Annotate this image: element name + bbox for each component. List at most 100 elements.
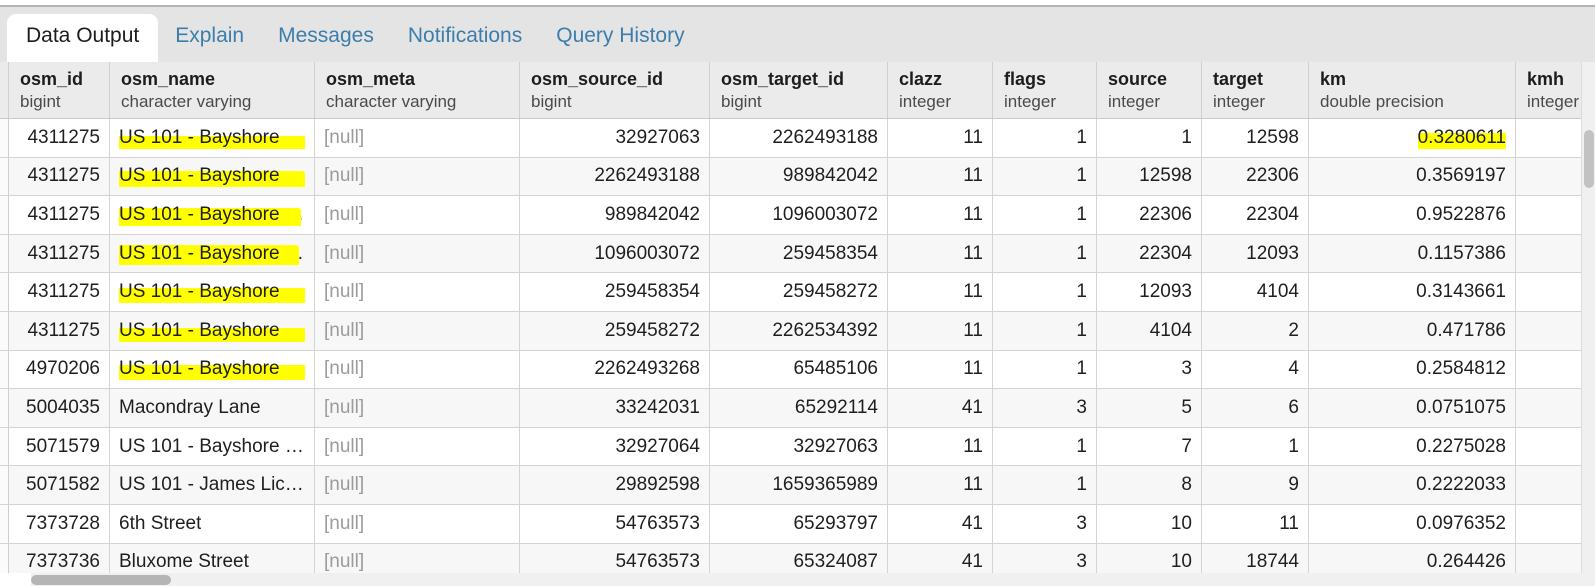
cell-osm-name[interactable]: 6th Street <box>110 504 315 544</box>
cell-clazz[interactable]: 41 <box>888 389 993 428</box>
cell-flags[interactable]: 1 <box>993 466 1097 505</box>
cell-clazz[interactable]: 11 <box>888 273 993 312</box>
cell-osm-source-id[interactable]: 989842042 <box>520 196 710 235</box>
cell-clazz[interactable]: 41 <box>888 504 993 544</box>
cell-osm-name[interactable]: US 101 - James Lick F... <box>110 466 315 505</box>
row-gutter-cell[interactable] <box>0 311 9 351</box>
table-row[interactable]: 4311275 US 101 - Bayshore Fr... [null] 2262… <box>0 157 1595 197</box>
cell-flags[interactable]: 3 <box>993 504 1097 544</box>
cell-km[interactable]: 0.2275028 <box>1309 427 1516 467</box>
tab-messages[interactable]: Messages <box>261 25 391 62</box>
cell-km[interactable]: 0.0751075 <box>1309 389 1516 428</box>
cell-source[interactable]: 12598 <box>1097 157 1202 197</box>
cell-clazz[interactable]: 11 <box>888 311 993 351</box>
row-gutter-cell[interactable] <box>0 157 9 197</box>
cell-osm-source-id[interactable]: 2262493268 <box>520 350 710 390</box>
cell-osm-target-id[interactable]: 2262493188 <box>710 119 888 158</box>
cell-osm-id[interactable]: 4970206 <box>9 350 110 390</box>
table-row[interactable]: 5071582 US 101 - James Lick F... [null] 298… <box>0 466 1595 505</box>
table-row[interactable]: 4311275 US 101 - Bayshore Fr... [null] 9898… <box>0 196 1595 235</box>
cell-osm-id[interactable]: 7373728 <box>9 504 110 544</box>
column-header-osm-source-id[interactable]: osm_source_id bigint <box>520 62 710 118</box>
cell-osm-meta[interactable]: [null] <box>315 157 520 197</box>
table-row[interactable]: 4311275 US 101 - Bayshore Fr... [null] 2594… <box>0 311 1595 351</box>
cell-osm-id[interactable]: 5004035 <box>9 389 110 428</box>
cell-flags[interactable]: 1 <box>993 157 1097 197</box>
table-row[interactable]: 4311275 US 101 - Bayshore Fr... [null] 3292… <box>0 119 1595 158</box>
cell-source[interactable]: 7 <box>1097 427 1202 467</box>
cell-osm-target-id[interactable]: 259458354 <box>710 234 888 274</box>
cell-osm-id[interactable]: 4311275 <box>9 311 110 351</box>
cell-osm-target-id[interactable]: 1096003072 <box>710 196 888 235</box>
cell-target[interactable]: 6 <box>1202 389 1309 428</box>
cell-osm-meta[interactable]: [null] <box>315 504 520 544</box>
cell-source[interactable]: 12093 <box>1097 273 1202 312</box>
cell-osm-id[interactable]: 4311275 <box>9 196 110 235</box>
cell-flags[interactable]: 1 <box>993 273 1097 312</box>
cell-osm-id[interactable]: 5071582 <box>9 466 110 505</box>
cell-osm-meta[interactable]: [null] <box>315 466 520 505</box>
cell-osm-target-id[interactable]: 2262534392 <box>710 311 888 351</box>
cell-osm-meta[interactable]: [null] <box>315 273 520 312</box>
row-gutter-cell[interactable] <box>0 350 9 390</box>
row-gutter-cell[interactable] <box>0 234 9 274</box>
cell-flags[interactable]: 1 <box>993 427 1097 467</box>
cell-source[interactable]: 8 <box>1097 466 1202 505</box>
column-header-flags[interactable]: flags integer <box>993 62 1097 118</box>
cell-target[interactable]: 4 <box>1202 350 1309 390</box>
column-header-osm-id[interactable]: osm_id bigint <box>9 62 110 118</box>
column-header-source[interactable]: source integer <box>1097 62 1202 118</box>
cell-km[interactable]: 0.3280611 <box>1309 119 1516 158</box>
cell-source[interactable]: 22304 <box>1097 234 1202 274</box>
column-header-osm-name[interactable]: osm_name character varying <box>110 62 315 118</box>
result-grid[interactable]: osm_id bigint osm_name character varying osm… <box>0 62 1595 586</box>
cell-osm-name[interactable]: US 101 - Bayshore Fr... <box>110 234 315 274</box>
cell-clazz[interactable]: 11 <box>888 119 993 158</box>
cell-source[interactable]: 4104 <box>1097 311 1202 351</box>
cell-clazz[interactable]: 11 <box>888 350 993 390</box>
cell-source[interactable]: 10 <box>1097 504 1202 544</box>
tab-notifications[interactable]: Notifications <box>391 25 539 62</box>
row-gutter-cell[interactable] <box>0 389 9 428</box>
cell-osm-target-id[interactable]: 65485106 <box>710 350 888 390</box>
cell-km[interactable]: 0.0976352 <box>1309 504 1516 544</box>
table-row[interactable]: 5071579 US 101 - Bayshore Fr... [null] 3292… <box>0 427 1595 467</box>
table-row[interactable]: 4311275 US 101 - Bayshore Fr... [null] 1096… <box>0 234 1595 274</box>
cell-osm-meta[interactable]: [null] <box>315 350 520 390</box>
cell-osm-meta[interactable]: [null] <box>315 427 520 467</box>
cell-flags[interactable]: 1 <box>993 234 1097 274</box>
grid-body[interactable]: 4311275 US 101 - Bayshore Fr... [null] 3292… <box>0 119 1595 583</box>
cell-osm-name[interactable]: US 101 - Bayshore Fr... <box>110 119 315 158</box>
cell-osm-name[interactable]: US 101 - Bayshore Fr... <box>110 157 315 197</box>
cell-source[interactable]: 3 <box>1097 350 1202 390</box>
cell-source[interactable]: 1 <box>1097 119 1202 158</box>
cell-osm-target-id[interactable]: 259458272 <box>710 273 888 312</box>
cell-source[interactable]: 22306 <box>1097 196 1202 235</box>
cell-osm-meta[interactable]: [null] <box>315 196 520 235</box>
cell-osm-source-id[interactable]: 29892598 <box>520 466 710 505</box>
table-row[interactable]: 4970206 US 101 - Bayshore Fr... [null] 2262… <box>0 350 1595 390</box>
cell-flags[interactable]: 1 <box>993 196 1097 235</box>
cell-source[interactable]: 5 <box>1097 389 1202 428</box>
cell-osm-name[interactable]: US 101 - Bayshore Fr... <box>110 350 315 390</box>
cell-target[interactable]: 9 <box>1202 466 1309 505</box>
cell-target[interactable]: 22304 <box>1202 196 1309 235</box>
cell-osm-target-id[interactable]: 989842042 <box>710 157 888 197</box>
cell-km[interactable]: 0.3143661 <box>1309 273 1516 312</box>
cell-target[interactable]: 2 <box>1202 311 1309 351</box>
tab-data-output[interactable]: Data Output <box>7 14 159 62</box>
cell-clazz[interactable]: 11 <box>888 234 993 274</box>
cell-km[interactable]: 0.2222033 <box>1309 466 1516 505</box>
row-gutter-cell[interactable] <box>0 466 9 505</box>
cell-osm-meta[interactable]: [null] <box>315 119 520 158</box>
column-header-target[interactable]: target integer <box>1202 62 1309 118</box>
tab-explain[interactable]: Explain <box>158 25 261 62</box>
cell-osm-name[interactable]: US 101 - Bayshore Fr... <box>110 273 315 312</box>
table-row[interactable]: 5004035 Macondray Lane [null] 33242031 65292… <box>0 389 1595 428</box>
cell-osm-source-id[interactable]: 54763573 <box>520 504 710 544</box>
row-gutter-cell[interactable] <box>0 119 9 158</box>
cell-osm-source-id[interactable]: 33242031 <box>520 389 710 428</box>
cell-osm-source-id[interactable]: 1096003072 <box>520 234 710 274</box>
cell-osm-meta[interactable]: [null] <box>315 234 520 274</box>
cell-km[interactable]: 0.471786 <box>1309 311 1516 351</box>
